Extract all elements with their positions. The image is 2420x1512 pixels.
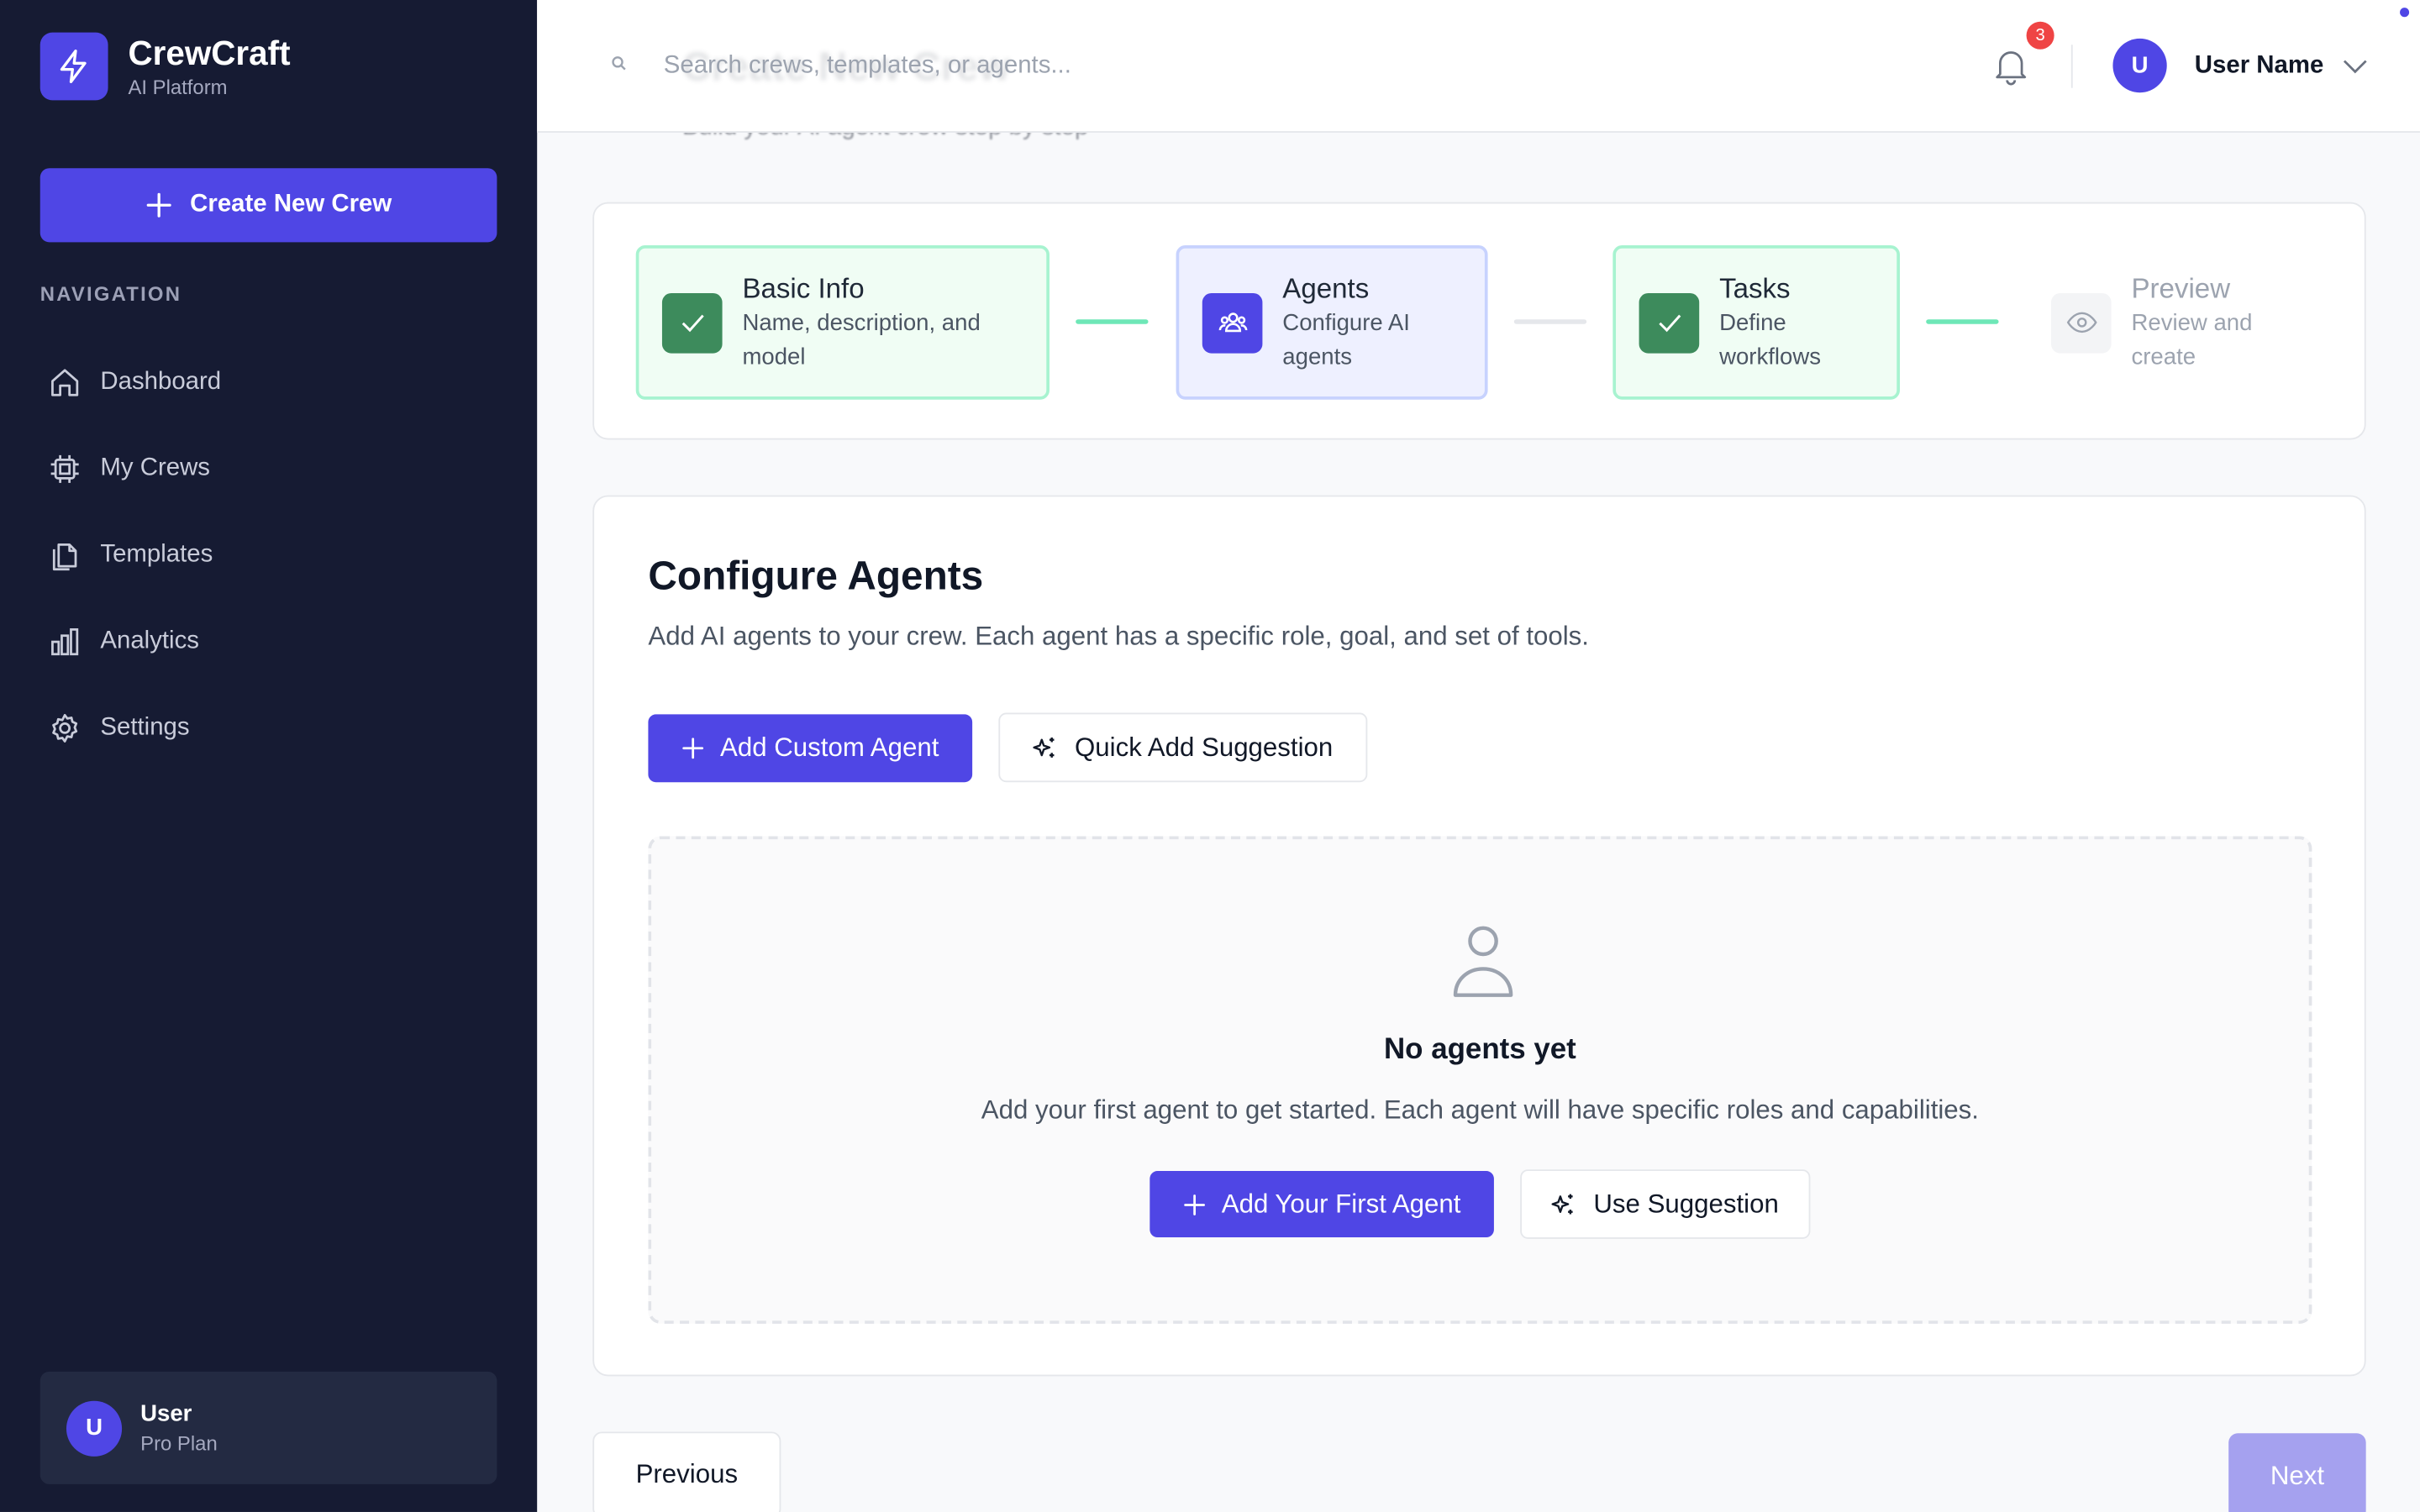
- sidebar-item-label: Templates: [100, 541, 213, 568]
- step-title: Tasks: [1719, 272, 1791, 303]
- cpu-icon: [48, 452, 82, 486]
- empty-state: No agents yet Add your first agent to ge…: [648, 836, 2312, 1324]
- sidebar-item-analytics[interactable]: Analytics: [40, 599, 497, 685]
- add-custom-agent-label: Add Custom Agent: [720, 732, 939, 763]
- gear-icon: [48, 711, 82, 745]
- check-icon: [1639, 292, 1700, 353]
- files-icon: [48, 538, 82, 572]
- step-tasks[interactable]: Tasks Define workflows: [1612, 245, 1900, 400]
- step-connector: [1926, 319, 1999, 324]
- user-icon: [1449, 922, 1518, 1000]
- sidebar-item-label: Dashboard: [100, 368, 222, 396]
- step-preview[interactable]: Preview Review and create: [2025, 245, 2333, 400]
- brand[interactable]: CrewCraft AI Platform: [39, 32, 291, 101]
- previous-button[interactable]: Previous: [592, 1431, 781, 1512]
- use-suggestion-button[interactable]: Use Suggestion: [1520, 1169, 1811, 1239]
- divider: [2070, 45, 2073, 88]
- search-bar: [605, 37, 1376, 96]
- bell-icon: [1992, 51, 2029, 92]
- sidebar-item-templates[interactable]: Templates: [40, 512, 497, 599]
- status-dot: [2400, 8, 2410, 18]
- sidebar-item-settings[interactable]: Settings: [40, 685, 497, 771]
- create-new-crew-label: Create New Crew: [190, 191, 392, 218]
- step-title: Agents: [1282, 272, 1370, 303]
- configure-agents-card: Configure Agents Add AI agents to your c…: [592, 495, 2366, 1377]
- add-first-agent-button[interactable]: Add Your First Agent: [1150, 1171, 1494, 1238]
- wizard-stepper: Basic Info Name, description, and model …: [592, 202, 2366, 440]
- step-basic-info[interactable]: Basic Info Name, description, and model: [635, 245, 1050, 400]
- avatar: U: [2112, 38, 2167, 93]
- nav-section-title: NAVIGATION: [39, 282, 182, 306]
- sidebar-item-my-crews[interactable]: My Crews: [40, 426, 497, 512]
- step-connector: [1513, 319, 1587, 324]
- step-connector: [1076, 319, 1149, 324]
- check-icon: [661, 292, 723, 353]
- home-icon: [48, 365, 82, 399]
- avatar: U: [66, 1399, 123, 1456]
- step-description: Define workflows: [1719, 309, 1822, 370]
- user-menu[interactable]: U User Name: [2112, 38, 2366, 93]
- sidebar-item-label: Settings: [100, 714, 190, 741]
- sidebar-item-label: My Crews: [100, 454, 210, 482]
- eye-icon: [2050, 292, 2112, 353]
- search-icon: [611, 55, 633, 77]
- next-label: Next: [2270, 1461, 2325, 1491]
- sparkles-icon: [1552, 1192, 1576, 1216]
- next-button[interactable]: Next: [2228, 1433, 2366, 1512]
- app-subtitle: AI Platform: [128, 75, 228, 98]
- step-title: Preview: [2131, 272, 2231, 303]
- create-new-crew-button[interactable]: Create New Crew: [39, 168, 497, 243]
- section-title: Configure Agents: [648, 552, 984, 599]
- step-title: Basic Info: [742, 272, 865, 303]
- step-agents[interactable]: Agents Configure AI agents: [1176, 245, 1488, 400]
- plus-icon: [681, 738, 703, 759]
- empty-state-description: Add your first agent to get started. Eac…: [981, 1095, 1979, 1125]
- chevron-down-icon: [2342, 58, 2366, 73]
- users-icon: [1202, 292, 1263, 353]
- plus-icon: [1183, 1194, 1205, 1215]
- quick-add-suggestion-button[interactable]: Quick Add Suggestion: [998, 712, 1368, 783]
- add-custom-agent-button[interactable]: Add Custom Agent: [648, 714, 973, 783]
- step-description: Review and create: [2131, 309, 2253, 370]
- notifications-button[interactable]: [1992, 46, 2029, 87]
- add-first-agent-label: Add Your First Agent: [1221, 1189, 1461, 1219]
- step-description: Name, description, and model: [742, 309, 981, 370]
- step-description: Configure AI agents: [1282, 309, 1410, 370]
- use-suggestion-label: Use Suggestion: [1593, 1189, 1779, 1219]
- sidebar-item-label: Analytics: [100, 627, 199, 654]
- lightning-icon: [39, 32, 108, 101]
- user-name: User: [140, 1399, 192, 1427]
- sidebar: CrewCraft AI Platform Create New Crew NA…: [0, 0, 538, 1512]
- sidebar-nav: Dashboard My Crews Templates Analytics S…: [40, 339, 497, 771]
- plus-icon: [145, 192, 173, 219]
- notification-badge: 3: [2026, 21, 2054, 50]
- previous-label: Previous: [635, 1459, 739, 1489]
- sidebar-item-dashboard[interactable]: Dashboard: [40, 339, 497, 426]
- user-plan: Pro Plan: [140, 1431, 218, 1455]
- bar-chart-icon: [48, 625, 82, 659]
- empty-state-title: No agents yet: [1383, 1033, 1576, 1067]
- app-name: CrewCraft: [128, 33, 291, 72]
- quick-add-suggestion-label: Quick Add Suggestion: [1075, 732, 1334, 762]
- section-description: Add AI agents to your crew. Each agent h…: [648, 622, 1589, 652]
- user-menu-name: User Name: [2194, 51, 2324, 78]
- sidebar-user-card[interactable]: U User Pro Plan: [39, 1371, 497, 1484]
- sparkles-icon: [1033, 735, 1057, 759]
- search-input[interactable]: [663, 52, 1313, 81]
